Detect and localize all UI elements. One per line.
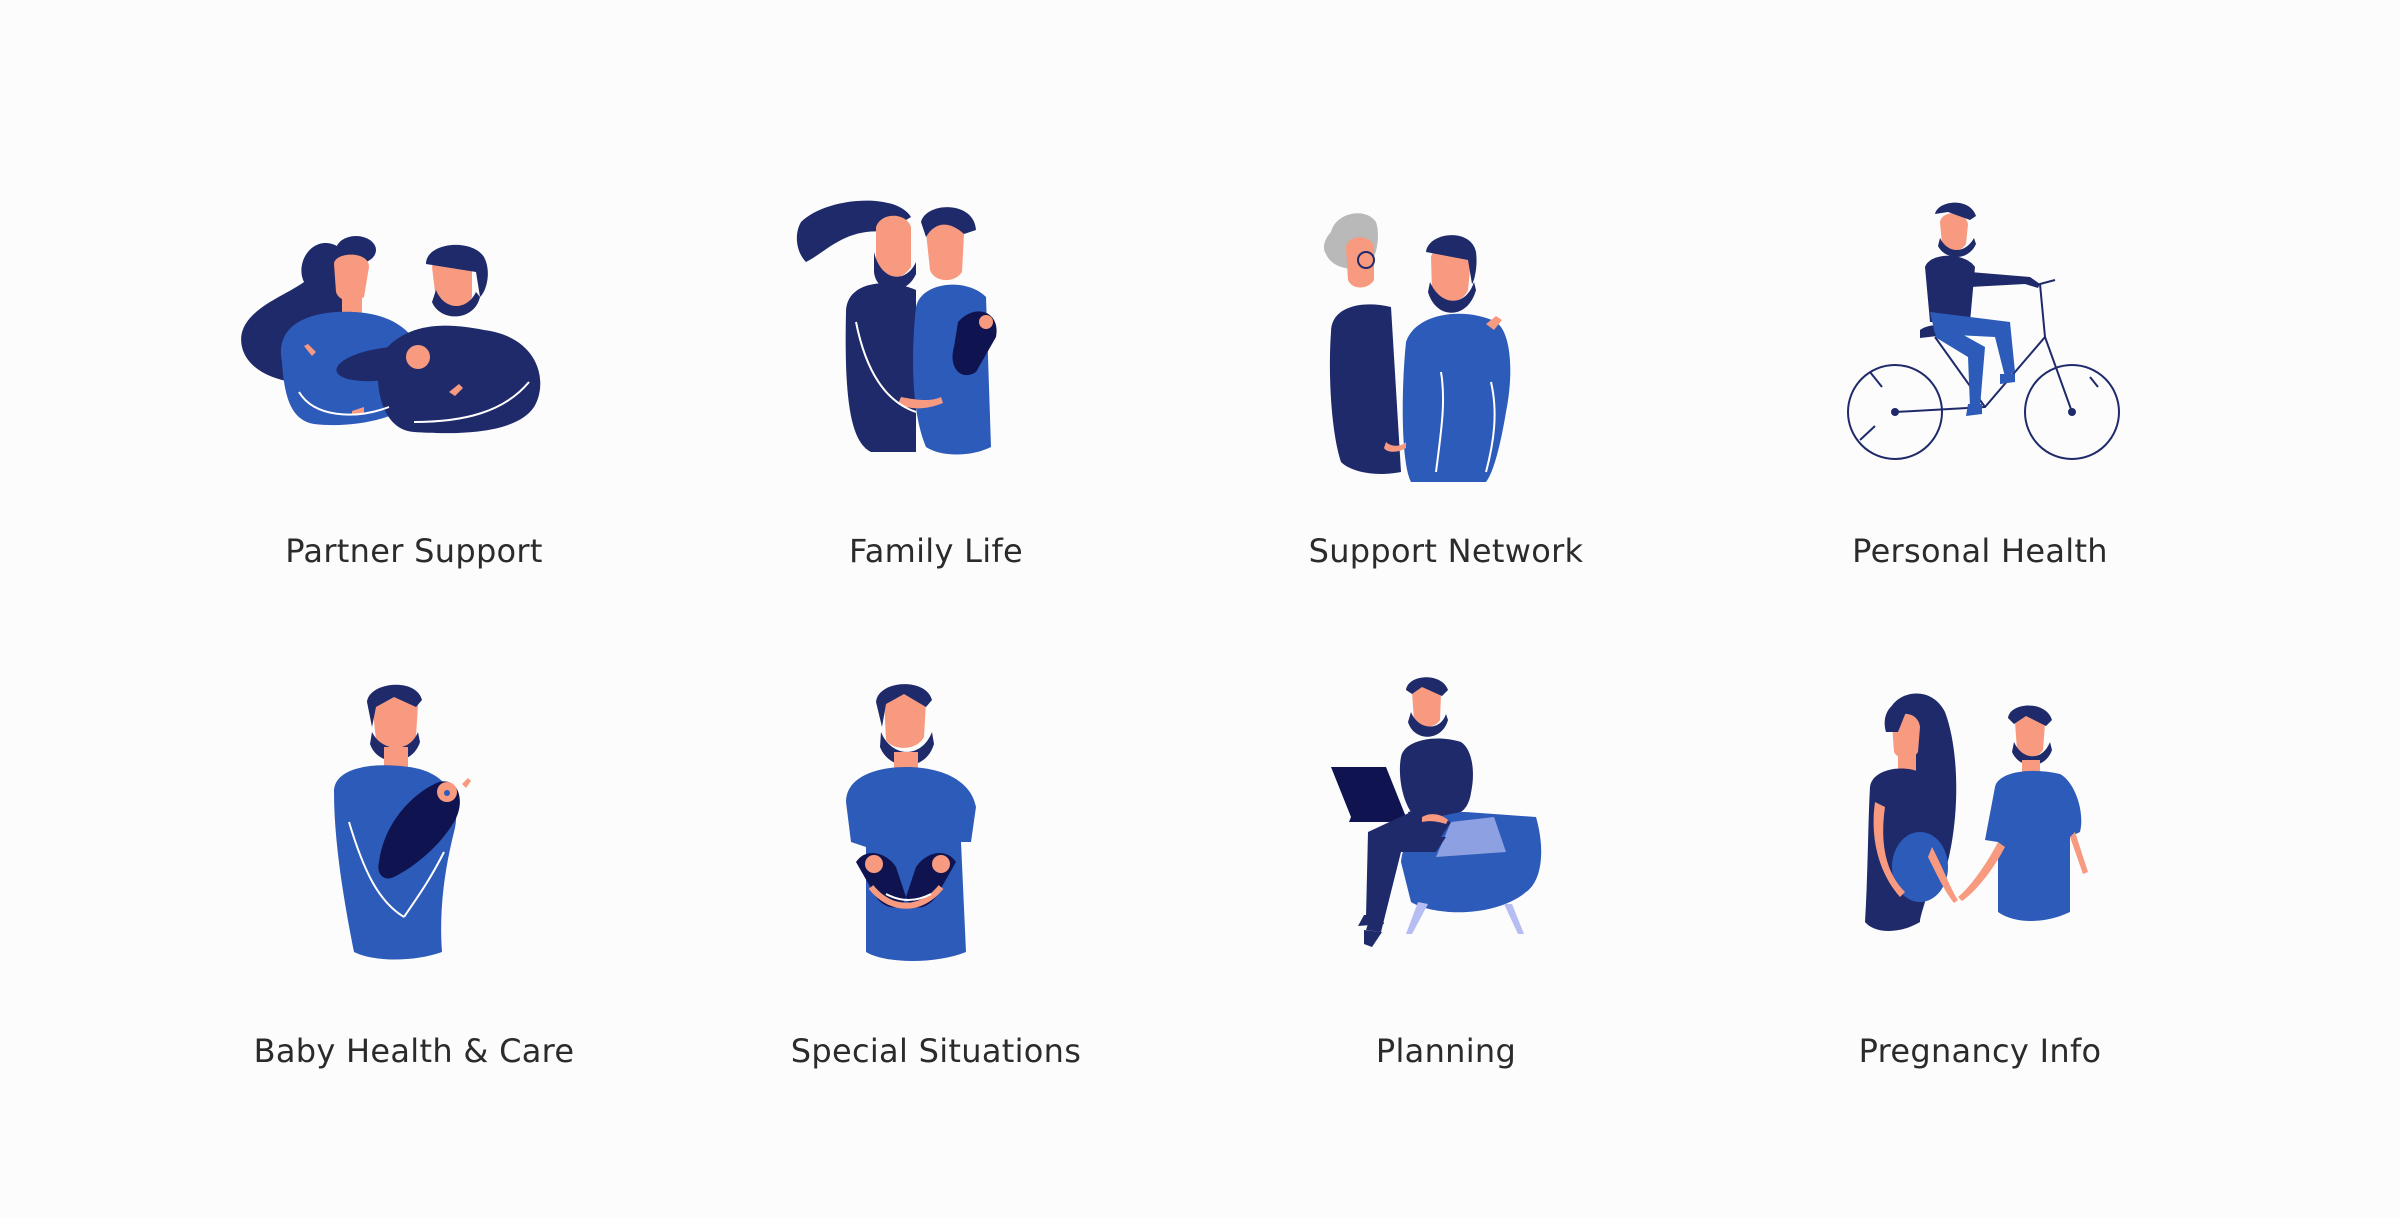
topic-label: Baby Health & Care	[253, 1032, 575, 1070]
topic-card-planning[interactable]: Planning	[1236, 672, 1656, 1132]
topic-label: Planning	[1375, 1032, 1517, 1070]
topic-card-pregnancy-info[interactable]: Pregnancy Info	[1770, 672, 2190, 1132]
topic-label: Partner Support	[285, 532, 543, 570]
couple-with-baby-illustration	[241, 236, 541, 434]
man-cycling-illustration	[1847, 202, 2120, 460]
man-with-laptop-illustration	[1331, 677, 1542, 947]
topic-label: Support Network	[1308, 532, 1584, 570]
topic-card-personal-health[interactable]: Personal Health	[1770, 172, 2190, 632]
topic-label: Family Life	[848, 532, 1024, 570]
topic-grid: Partner Support Family Life Support Netw…	[0, 0, 2400, 1218]
topic-card-support-network[interactable]: Support Network	[1236, 172, 1656, 632]
grandmother-and-man-illustration	[1323, 213, 1511, 482]
topic-label: Pregnancy Info	[1858, 1032, 2102, 1070]
topic-card-baby-health-care[interactable]: Baby Health & Care	[204, 672, 624, 1132]
topic-card-partner-support[interactable]: Partner Support	[204, 172, 624, 632]
topic-card-special-situations[interactable]: Special Situations	[726, 672, 1146, 1132]
father-holding-baby-illustration	[334, 684, 471, 960]
topic-label: Special Situations	[790, 1032, 1082, 1070]
topic-card-family-life[interactable]: Family Life	[726, 172, 1146, 632]
family-hug-illustration	[796, 200, 997, 455]
father-holding-twins-illustration	[846, 684, 976, 961]
topic-label: Personal Health	[1852, 532, 2108, 570]
pregnant-couple-illustration	[1865, 693, 2088, 931]
